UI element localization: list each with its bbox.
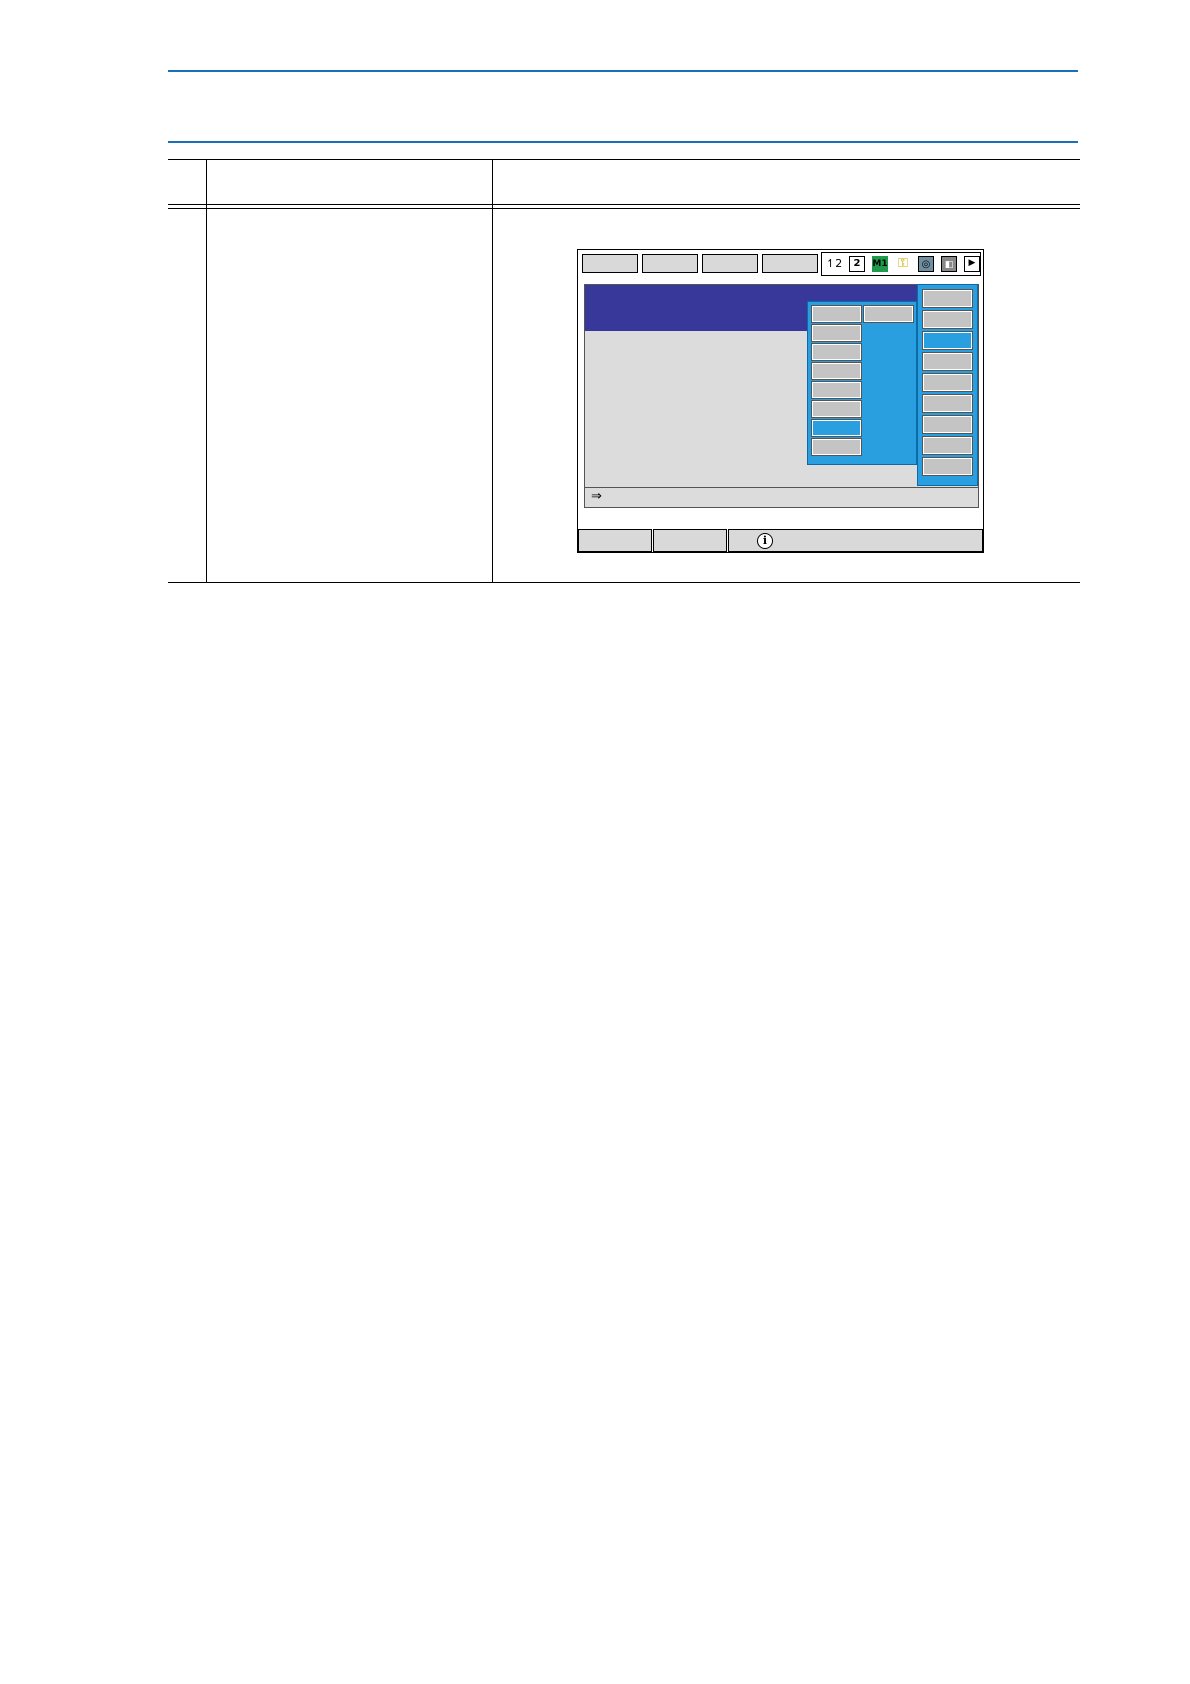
submenu-item-6[interactable] bbox=[811, 381, 862, 399]
one-two-icon: ↿2 bbox=[826, 257, 843, 270]
table-header-rule-1 bbox=[168, 204, 1080, 205]
table-top-rule bbox=[168, 159, 1080, 160]
command-prompt-arrow: ⇒ bbox=[591, 489, 602, 504]
message-area: i bbox=[728, 529, 983, 552]
top-tab-1[interactable] bbox=[582, 254, 638, 273]
table-header-rule-2 bbox=[168, 208, 1080, 209]
main-menu-item-7[interactable] bbox=[922, 415, 973, 434]
main-menu-item-2[interactable] bbox=[922, 310, 973, 329]
header-top-rule bbox=[168, 70, 1078, 72]
submenu-item-4[interactable] bbox=[811, 343, 862, 361]
bottom-button-1[interactable] bbox=[578, 529, 652, 552]
submenu-item-9[interactable] bbox=[811, 438, 862, 456]
table-col-divider-1 bbox=[206, 159, 207, 583]
main-menu-item-8[interactable] bbox=[922, 436, 973, 455]
status-icon-bar: ↿2 2 M1 ⚿ ◎ ◧ ▶ bbox=[821, 252, 981, 276]
main-menu-item-4[interactable] bbox=[922, 352, 973, 371]
submenu-item-1[interactable] bbox=[811, 305, 862, 323]
sub-menu-panel bbox=[807, 301, 917, 465]
frame-2-icon: 2 bbox=[849, 256, 865, 272]
table-col-divider-2 bbox=[492, 159, 493, 583]
main-menu-item-9[interactable] bbox=[922, 457, 973, 476]
bottom-button-bar: i bbox=[578, 529, 983, 552]
info-icon: i bbox=[757, 533, 773, 549]
submenu-item-7[interactable] bbox=[811, 400, 862, 418]
submenu-item-5[interactable] bbox=[811, 362, 862, 380]
main-menu-item-6[interactable] bbox=[922, 394, 973, 413]
table-bottom-rule bbox=[168, 582, 1080, 583]
teach-mode-icon: ◧ bbox=[941, 256, 957, 272]
key-icon: ⚿ bbox=[898, 256, 908, 271]
main-menu-panel bbox=[917, 284, 978, 486]
submenu-item-8-selected[interactable] bbox=[811, 419, 862, 437]
top-tab-3[interactable] bbox=[702, 254, 758, 273]
main-menu-item-5[interactable] bbox=[922, 373, 973, 392]
play-icon: ▶ bbox=[964, 256, 980, 272]
camera-icon: ◎ bbox=[918, 256, 934, 272]
command-line: ⇒ bbox=[585, 487, 978, 507]
bottom-button-2[interactable] bbox=[653, 529, 727, 552]
submenu-item-2[interactable] bbox=[863, 305, 914, 323]
top-tab-2[interactable] bbox=[642, 254, 698, 273]
pendant-screen: ↿2 2 M1 ⚿ ◎ ◧ ▶ ⇒ i bbox=[577, 249, 984, 553]
top-tab-4[interactable] bbox=[762, 254, 818, 273]
coordinate-icon: M1 bbox=[872, 256, 888, 272]
submenu-item-3[interactable] bbox=[811, 324, 862, 342]
header-bottom-rule bbox=[168, 141, 1078, 143]
main-menu-item-1[interactable] bbox=[922, 289, 973, 308]
main-menu-item-3-selected[interactable] bbox=[922, 331, 973, 350]
